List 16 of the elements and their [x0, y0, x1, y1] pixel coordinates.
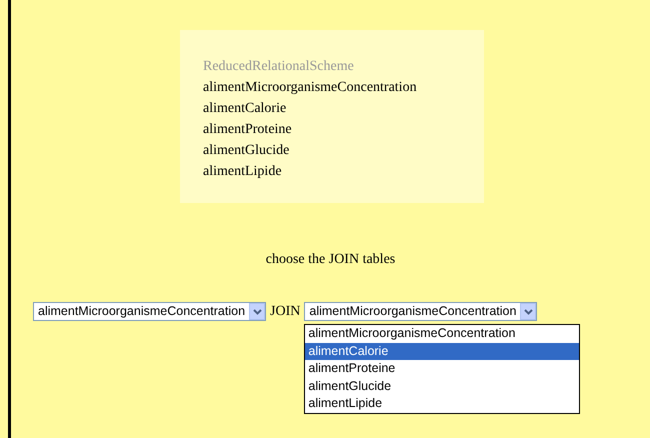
table-name: alimentCalorie — [203, 100, 288, 118]
dropdown-option[interactable]: alimentGlucide — [305, 378, 580, 395]
table-name: alimentMicroorganismeConcentration — [203, 79, 418, 97]
right-select-value: alimentMicroorganismeConcentration — [309, 303, 516, 320]
table-name: alimentProteine — [203, 121, 293, 139]
instruction-text: choose the JOIN tables — [264, 251, 396, 269]
dropdown-option[interactable]: alimentLipide — [305, 395, 580, 412]
left-table-select[interactable]: alimentMicroorganismeConcentration — [33, 302, 266, 321]
left-select-value: alimentMicroorganismeConcentration — [38, 303, 246, 320]
table-name: alimentLipide — [203, 163, 283, 181]
dropdown-option[interactable]: alimentMicroorganismeConcentration — [305, 325, 580, 342]
dropdown-option[interactable]: alimentCalorie — [305, 342, 580, 360]
scheme-title: ReducedRelationalScheme — [203, 58, 355, 76]
join-label: JOIN — [270, 303, 300, 321]
dropdown-option[interactable]: alimentProteine — [305, 360, 580, 378]
table-name: alimentGlucide — [203, 142, 290, 160]
